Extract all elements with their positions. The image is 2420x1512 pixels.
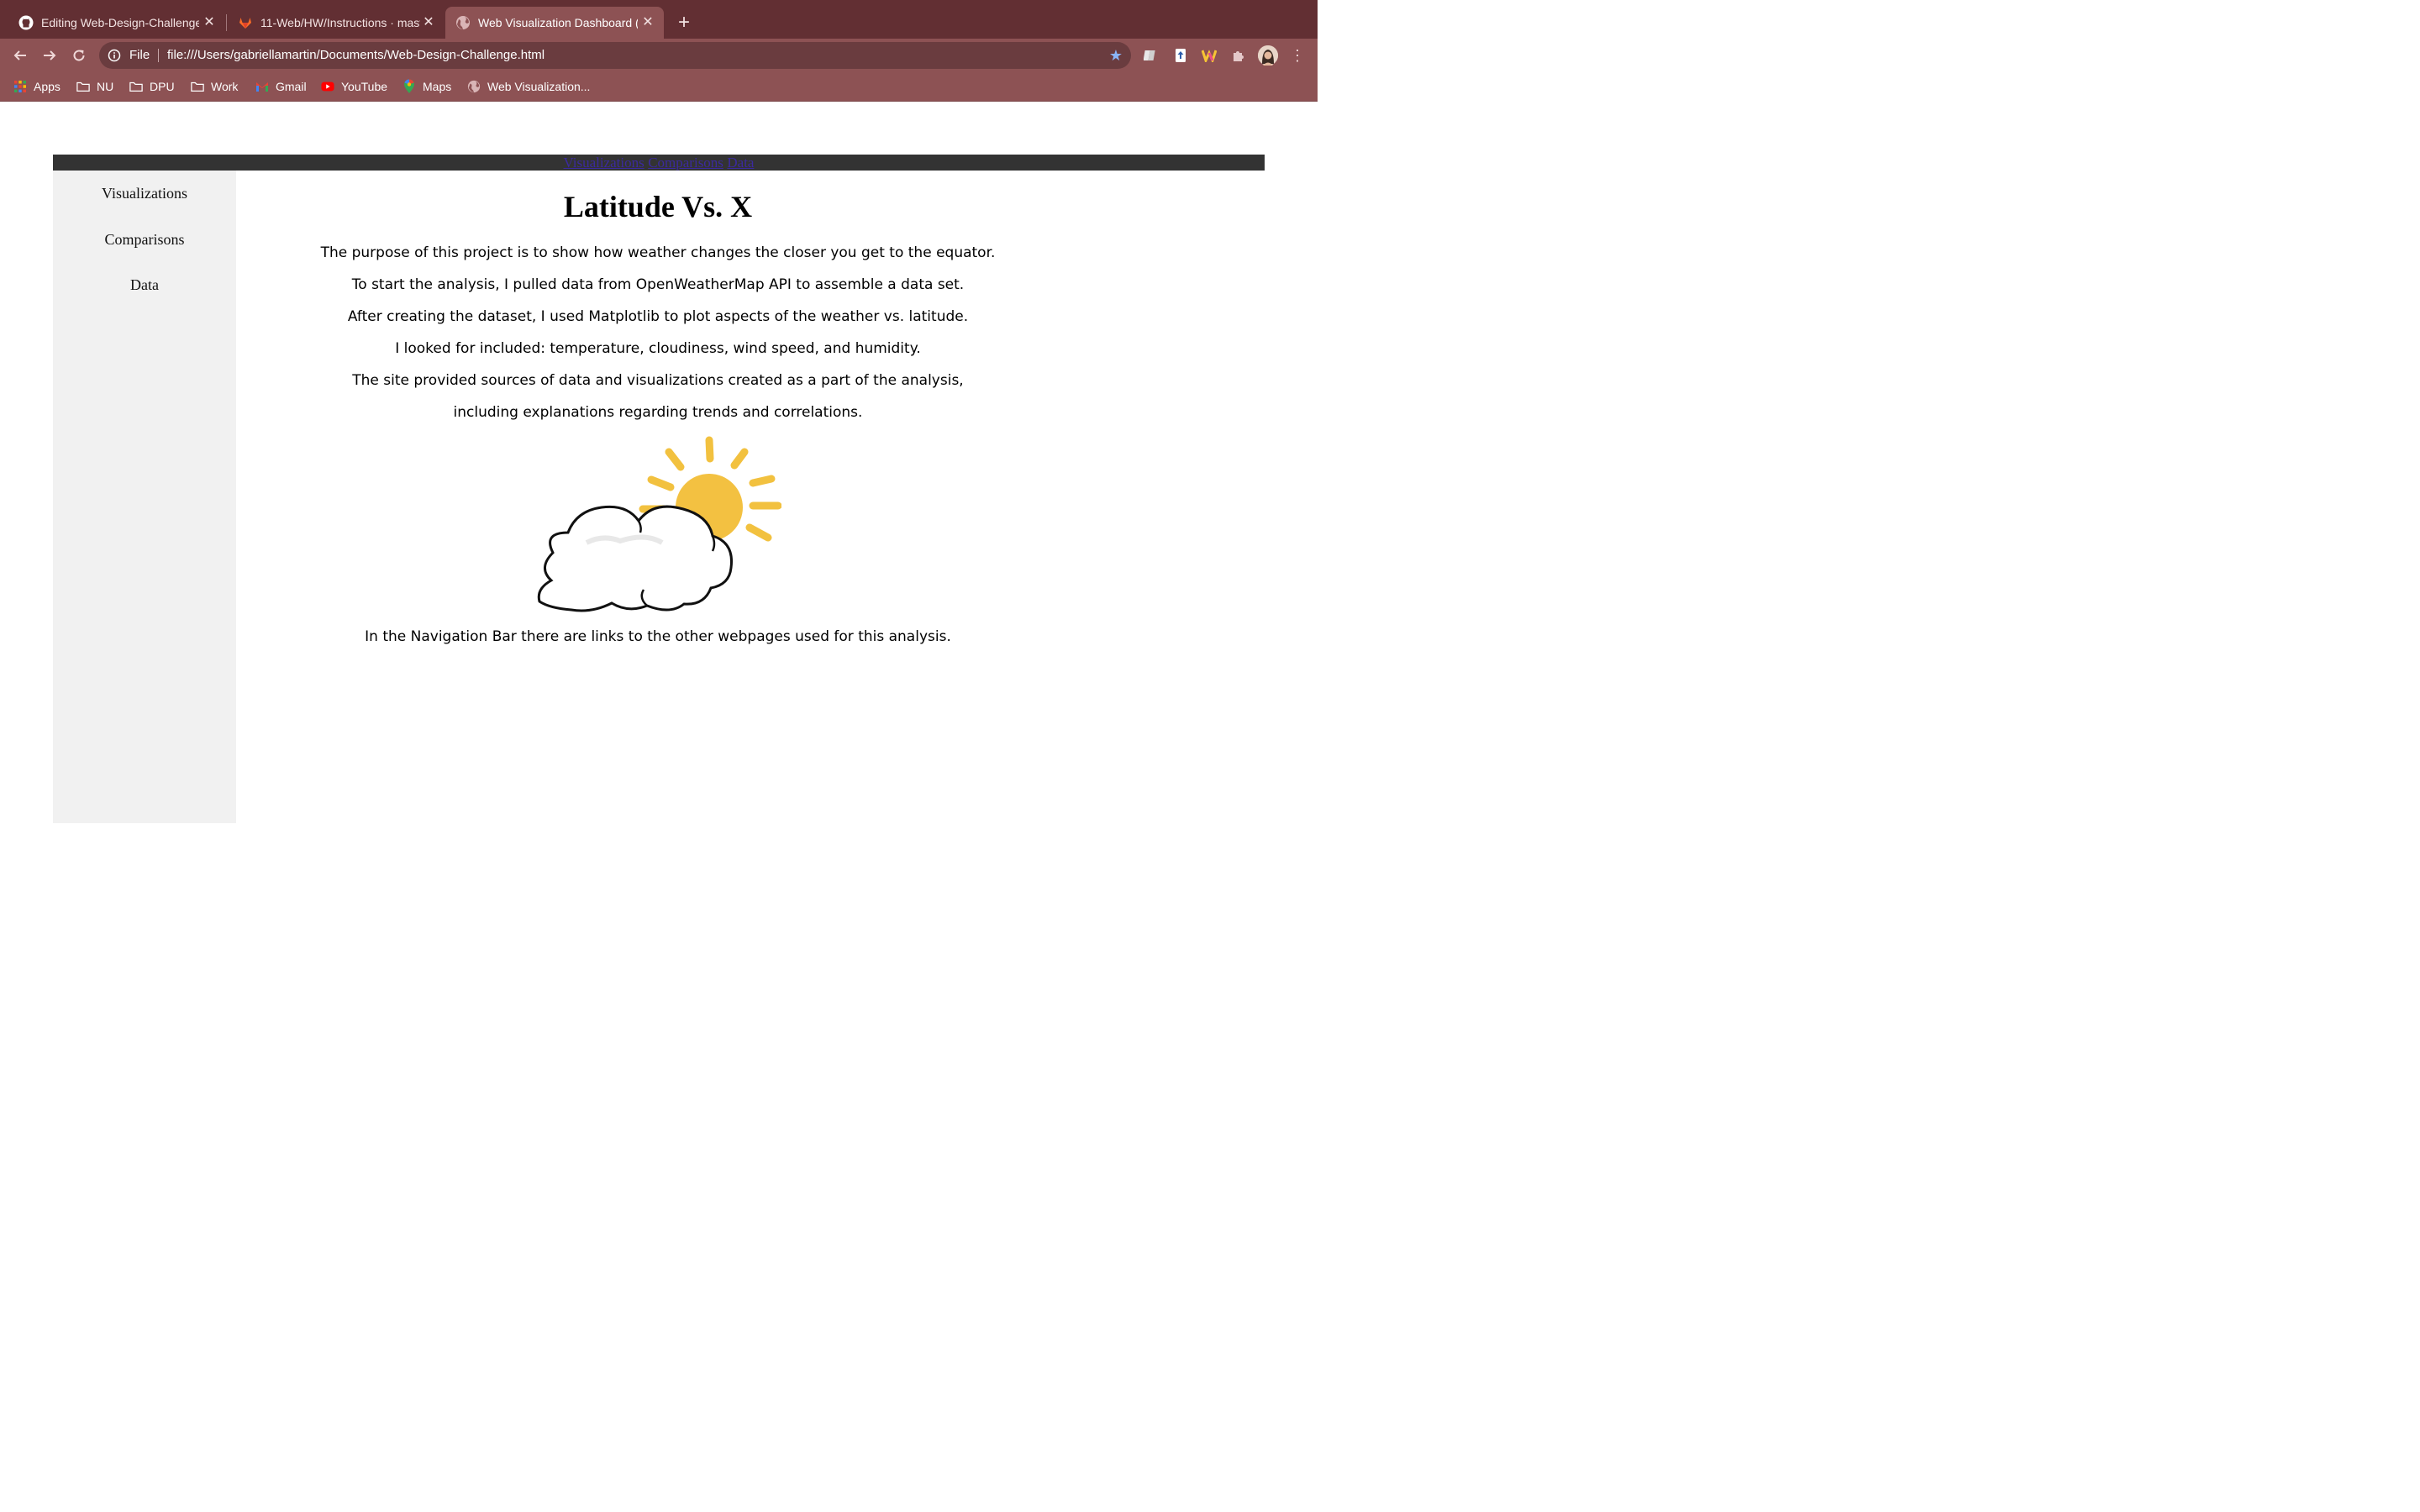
back-icon[interactable]: [10, 45, 30, 66]
close-tab-icon[interactable]: ✕: [640, 14, 655, 29]
main-content: Latitude Vs. X The purpose of this proje…: [236, 171, 1080, 823]
folder-icon: [76, 80, 90, 93]
gitlab-icon: [238, 15, 253, 30]
intro-paragraph: including explanations regarding trends …: [453, 404, 863, 421]
folder-icon: [191, 80, 204, 93]
new-tab-button[interactable]: +: [672, 11, 696, 34]
tab-github[interactable]: Editing Web-Design-Challenge ✕: [0, 7, 225, 39]
sidebar-item-comparisons[interactable]: Comparisons: [53, 231, 236, 249]
profile-avatar[interactable]: [1258, 45, 1278, 66]
tab-title: Editing Web-Design-Challenge: [41, 16, 199, 29]
sidebar: Visualizations Comparisons Data: [53, 171, 236, 823]
gmail-icon: [255, 80, 269, 93]
navigation-note: In the Navigation Bar there are links to…: [365, 628, 951, 645]
sidebar-item-data[interactable]: Data: [53, 276, 236, 294]
info-icon[interactable]: [108, 49, 121, 62]
forward-icon[interactable]: [39, 45, 60, 66]
bookmark-gmail[interactable]: Gmail: [255, 79, 307, 94]
intro-paragraph: The site provided sources of data and vi…: [352, 372, 964, 389]
bookmark-label: Maps: [423, 80, 452, 93]
intro-paragraph: The purpose of this project is to show h…: [320, 244, 996, 261]
close-tab-icon[interactable]: ✕: [202, 14, 217, 29]
top-nav-bar: Visualizations Comparisons Data: [53, 155, 1265, 171]
address-separator: [158, 49, 159, 62]
w-extension-icon[interactable]: [1201, 47, 1218, 64]
globe-icon: [455, 15, 471, 30]
intro-paragraph: After creating the dataset, I used Matpl…: [347, 308, 969, 325]
tab-title: 11-Web/HW/Instructions · mast: [260, 16, 420, 29]
address-url[interactable]: file:///Users/gabriellamartin/Documents/…: [167, 48, 544, 62]
bookmark-maps[interactable]: Maps: [402, 79, 451, 94]
bookmark-label: Web Visualization...: [487, 80, 591, 93]
nav-link-visualizations[interactable]: Visualizations: [564, 155, 644, 171]
tab-title: Web Visualization Dashboard (L: [478, 16, 638, 29]
nav-link-data[interactable]: Data: [727, 155, 754, 171]
nav-link-comparisons[interactable]: Comparisons: [648, 155, 723, 171]
sidebar-item-visualizations[interactable]: Visualizations: [53, 185, 236, 202]
bookmark-label: NU: [97, 80, 114, 93]
menu-kebab-icon[interactable]: ⋮: [1289, 47, 1306, 64]
tab-strip: Editing Web-Design-Challenge ✕ 11-Web/HW…: [0, 0, 1318, 39]
bookmark-label: Apps: [34, 80, 60, 93]
tab-web-visualization[interactable]: Web Visualization Dashboard (L ✕: [445, 7, 664, 39]
page-title: Latitude Vs. X: [563, 190, 753, 223]
reload-icon[interactable]: [69, 45, 89, 66]
tab-gitlab[interactable]: 11-Web/HW/Instructions · mast ✕: [219, 7, 445, 39]
github-icon: [18, 15, 34, 30]
bookmark-apps[interactable]: Apps: [13, 79, 60, 94]
bookmark-work[interactable]: Work: [191, 79, 238, 94]
maps-icon: [402, 79, 416, 93]
intro-paragraph: I looked for included: temperature, clou…: [395, 340, 921, 357]
bookmark-label: Gmail: [276, 80, 307, 93]
bookmark-dpu[interactable]: DPU: [129, 79, 175, 94]
bookmark-nu[interactable]: NU: [76, 79, 113, 94]
folder-icon: [129, 80, 143, 93]
apps-grid-icon: [13, 80, 27, 93]
upload-extension-icon[interactable]: [1172, 47, 1189, 64]
address-scheme: File: [129, 48, 150, 62]
bookmark-web-visualization[interactable]: Web Visualization...: [467, 79, 590, 94]
youtube-icon: [321, 80, 334, 93]
bookmark-label: Work: [211, 80, 239, 93]
reading-list-icon[interactable]: [1143, 47, 1160, 64]
bookmarks-bar: Apps NU DPU Work Gmail YouTube Maps Web …: [0, 72, 1318, 102]
browser-toolbar: File file:///Users/gabriellamartin/Docum…: [0, 39, 1318, 72]
intro-paragraph: To start the analysis, I pulled data fro…: [351, 276, 965, 293]
bookmark-label: YouTube: [341, 80, 388, 93]
close-tab-icon[interactable]: ✕: [421, 14, 436, 29]
address-bar[interactable]: File file:///Users/gabriellamartin/Docum…: [99, 42, 1131, 69]
globe-icon: [467, 80, 481, 93]
bookmark-label: DPU: [150, 80, 175, 93]
sun-cloud-icon: [536, 433, 782, 613]
extensions-puzzle-icon[interactable]: [1230, 47, 1247, 64]
bookmark-star-icon[interactable]: ★: [1109, 47, 1123, 65]
bookmark-youtube[interactable]: YouTube: [321, 79, 387, 94]
